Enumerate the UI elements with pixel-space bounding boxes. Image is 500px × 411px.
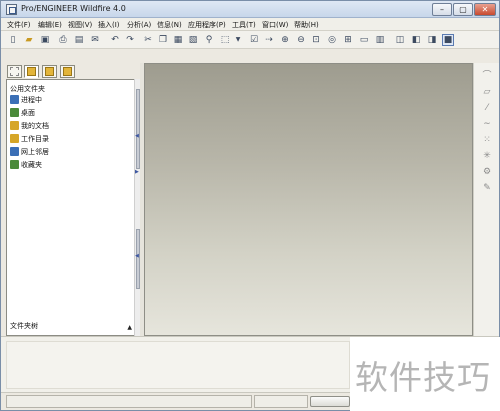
wireframe-icon[interactable]: ■: [442, 34, 454, 46]
window-title: Pro/ENGINEER Wildfire 4.0: [21, 4, 126, 13]
save-icon[interactable]: ▣: [39, 34, 51, 46]
navigator-tabs: [1, 49, 143, 79]
maximize-button[interactable]: ▢: [453, 3, 473, 16]
orient-icon[interactable]: ⊞: [342, 34, 354, 46]
regenerate-icon[interactable]: ☑: [248, 34, 260, 46]
menu-file[interactable]: 文件(F): [7, 20, 31, 30]
open-icon[interactable]: ▰: [23, 34, 35, 46]
tree-item-label: 我的文档: [21, 121, 49, 130]
menu-bar: 文件(F) 编辑(E) 视图(V) 插入(I) 分析(A) 信息(N) 应用程序…: [1, 18, 499, 31]
find-icon[interactable]: ⚲: [203, 34, 215, 46]
selection-filter-button[interactable]: [310, 396, 350, 407]
expand-arrow-icon[interactable]: ▲: [127, 324, 132, 331]
model-tree-tab-icon[interactable]: [7, 65, 22, 78]
sketched-curve-icon[interactable]: ✎: [480, 181, 494, 195]
copy-icon[interactable]: ❐: [157, 34, 169, 46]
status-info-field: [254, 395, 308, 408]
menu-view[interactable]: 视图(V): [68, 20, 92, 30]
app-icon: [6, 4, 17, 15]
datum-toolbar: ⌒ ▱ ⁄ ∼ ⁙ ✳ ⚙ ✎: [473, 63, 499, 336]
layers-icon[interactable]: ▥: [374, 34, 386, 46]
no-hidden-icon[interactable]: ◨: [426, 34, 438, 46]
tree-item-label: 进程中: [21, 95, 42, 104]
hidden-line-icon[interactable]: ◧: [410, 34, 422, 46]
axis-icon[interactable]: ⁄: [480, 101, 494, 115]
zoom-out-icon[interactable]: ⊖: [295, 34, 307, 46]
menu-help[interactable]: 帮助(H): [294, 20, 319, 30]
paste-icon[interactable]: ▦: [172, 34, 184, 46]
zoom-in-icon[interactable]: ⊕: [279, 34, 291, 46]
panel-header: 公用文件夹: [10, 85, 45, 93]
watermark-text: 软件技巧: [355, 358, 491, 397]
tree-item-session[interactable]: 进程中: [10, 94, 42, 105]
connections-tab-icon[interactable]: [60, 65, 75, 78]
menu-insert[interactable]: 插入(I): [98, 20, 120, 30]
arc-icon[interactable]: ⌒: [480, 69, 494, 83]
favorites-icon: [10, 160, 19, 169]
menu-analysis[interactable]: 分析(A): [127, 20, 151, 30]
folder-browser-panel: 公用文件夹 进程中 桌面 我的文档 工作目录 网上邻居 收藏夹 文件夹树 ▲: [6, 79, 139, 336]
select-box-icon[interactable]: ⬚: [219, 34, 231, 46]
analysis-icon[interactable]: ⚙: [480, 165, 494, 179]
menu-edit[interactable]: 编辑(E): [38, 20, 62, 30]
tree-item-favorites[interactable]: 收藏夹: [10, 159, 42, 170]
point-icon[interactable]: ⁙: [480, 133, 494, 147]
favorites-tab-icon[interactable]: [42, 65, 57, 78]
shading-icon[interactable]: ◫: [394, 34, 406, 46]
paste-special-icon[interactable]: ▧: [187, 34, 199, 46]
title-bar[interactable]: Pro/ENGINEER Wildfire 4.0 – ▢ ✕: [1, 1, 499, 18]
redo-icon[interactable]: ↷: [124, 34, 136, 46]
tree-item-label: 收藏夹: [21, 160, 42, 169]
tree-item-network[interactable]: 网上邻居: [10, 146, 49, 157]
curve-icon[interactable]: ∼: [480, 117, 494, 131]
status-message-field: [6, 395, 252, 408]
folder-tree-toggle[interactable]: 文件夹树: [10, 321, 38, 331]
saved-views-icon[interactable]: ▭: [358, 34, 370, 46]
folder-browser-tab-icon[interactable]: [24, 65, 39, 78]
tree-item-working-directory[interactable]: 工作目录: [10, 133, 49, 144]
cut-icon[interactable]: ✂: [142, 34, 154, 46]
menu-window[interactable]: 窗口(W): [262, 20, 288, 30]
working-directory-icon: [10, 134, 19, 143]
print-icon[interactable]: ⎙: [57, 34, 69, 46]
spin-center-icon[interactable]: ◎: [326, 34, 338, 46]
email-icon[interactable]: ✉: [89, 34, 101, 46]
plane-icon[interactable]: ▱: [480, 85, 494, 99]
refit-icon[interactable]: ⊡: [310, 34, 322, 46]
tree-item-label: 网上邻居: [21, 147, 49, 156]
network-icon: [10, 147, 19, 156]
tree-item-label: 桌面: [21, 108, 35, 117]
menu-info[interactable]: 信息(N): [157, 20, 182, 30]
message-log[interactable]: [6, 341, 350, 389]
sash-right-arrow-icon[interactable]: ▶: [135, 169, 139, 175]
menu-applications[interactable]: 应用程序(P): [188, 20, 226, 30]
my-documents-icon: [10, 121, 19, 130]
desktop-icon: [10, 108, 19, 117]
close-button[interactable]: ✕: [474, 3, 496, 16]
dropdown-icon[interactable]: ▼: [232, 34, 244, 46]
sash-left-arrow-icon[interactable]: ◀: [135, 253, 139, 259]
csys-icon[interactable]: ✳: [480, 149, 494, 163]
datum-icon[interactable]: ⇢: [263, 34, 275, 46]
undo-icon[interactable]: ↶: [109, 34, 121, 46]
main-toolbar: ▯ ▰ ▣ ⎙ ▤ ✉ ↶ ↷ ✂ ❐ ▦ ▧ ⚲ ⬚ ▼ ☑ ⇢ ⊕ ⊖ ⊡ …: [1, 31, 499, 49]
tree-item-label: 工作目录: [21, 134, 49, 143]
menu-tools[interactable]: 工具(T): [232, 20, 256, 30]
minimize-button[interactable]: –: [432, 3, 452, 16]
graphics-window[interactable]: [144, 63, 473, 336]
tree-item-my-documents[interactable]: 我的文档: [10, 120, 49, 131]
print-preview-icon[interactable]: ▤: [73, 34, 85, 46]
sash-left-arrow-icon[interactable]: ◀: [135, 133, 139, 139]
watermark: 软件技巧: [350, 337, 500, 411]
tree-item-desktop[interactable]: 桌面: [10, 107, 35, 118]
session-icon: [10, 95, 19, 104]
new-icon[interactable]: ▯: [7, 34, 19, 46]
